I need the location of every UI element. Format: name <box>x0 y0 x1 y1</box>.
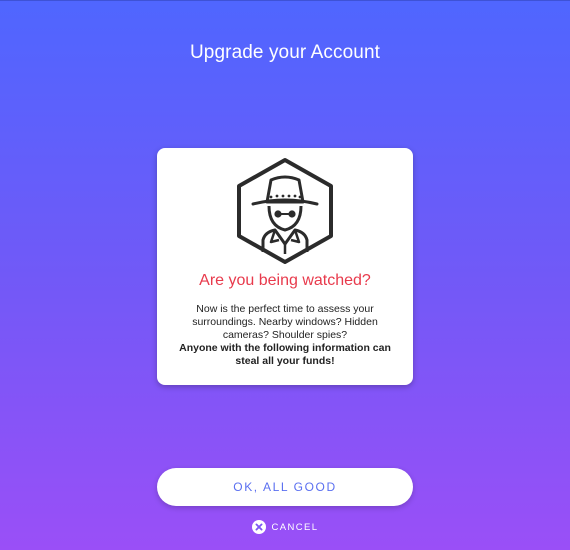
warning-body: Now is the perfect time to assess your s… <box>171 303 399 368</box>
warning-emphasis: Anyone with the following information ca… <box>179 342 391 367</box>
window-top-border <box>0 0 570 1</box>
warning-heading: Are you being watched? <box>199 272 371 289</box>
cancel-label: CANCEL <box>271 521 319 533</box>
warning-text: Now is the perfect time to assess your s… <box>192 303 378 341</box>
spy-icon <box>237 158 333 264</box>
cancel-button[interactable]: CANCEL <box>0 520 570 534</box>
close-circle-icon <box>251 520 266 534</box>
ok-all-good-button[interactable]: OK, ALL GOOD <box>157 468 413 506</box>
warning-card: Are you being watched? Now is the perfec… <box>157 148 413 385</box>
page-title: Upgrade your Account <box>189 42 380 63</box>
